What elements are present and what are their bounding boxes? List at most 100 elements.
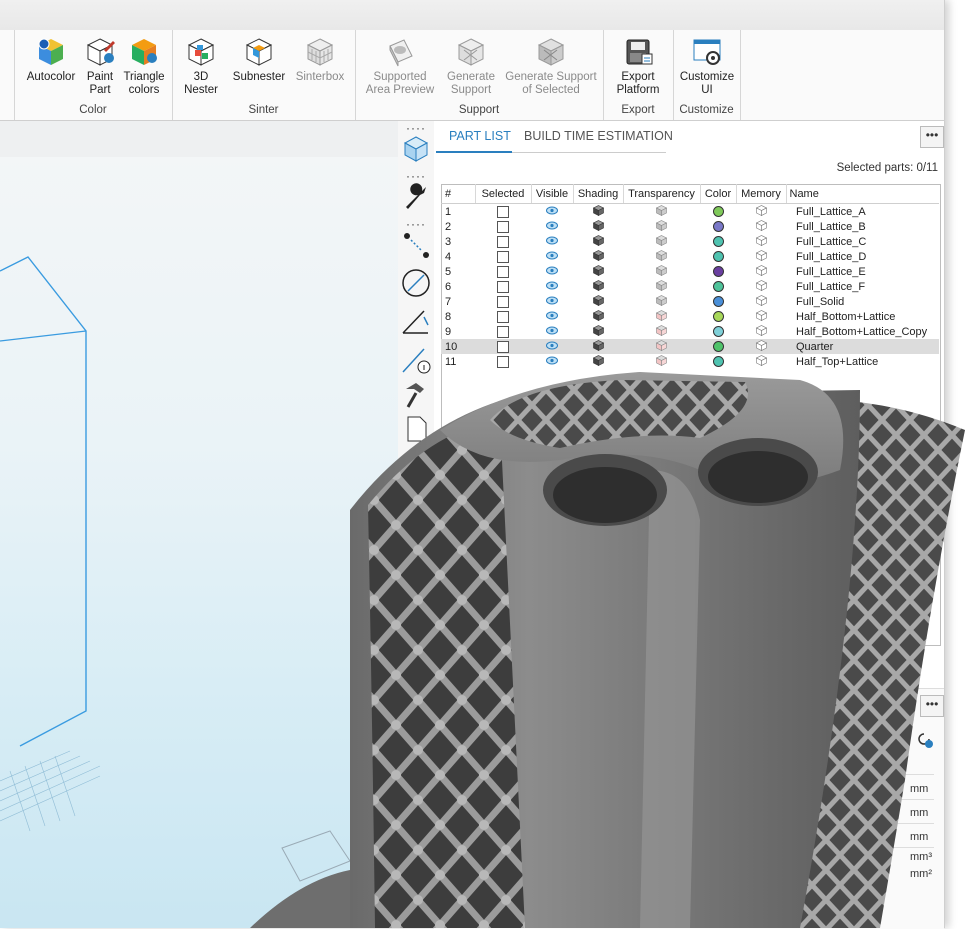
autocolor-button[interactable]: Autocolor [22, 36, 80, 84]
row-select-checkbox[interactable] [497, 280, 509, 293]
triangle-colors-button[interactable]: Triangle colors [120, 36, 168, 97]
row-select-checkbox[interactable] [497, 325, 509, 338]
column-header-color[interactable]: Color [700, 184, 737, 204]
measure-info-icon[interactable] [400, 343, 432, 375]
shaded-cube-icon[interactable] [592, 324, 604, 336]
memory-cube-icon[interactable] [755, 294, 767, 306]
transparency-cube-icon[interactable] [655, 204, 668, 216]
transparency-cube-icon[interactable] [655, 339, 668, 351]
eye-icon[interactable] [546, 236, 558, 245]
column-header-memory[interactable]: Memory [736, 184, 787, 204]
measure-diameter-icon[interactable] [400, 267, 432, 299]
part-list-cube-icon[interactable] [400, 133, 432, 165]
column-header-number[interactable]: # [441, 184, 476, 204]
table-row[interactable]: 9 Half_Bottom+Lattice_Copy [441, 324, 939, 339]
shaded-cube-icon[interactable] [592, 219, 604, 231]
shaded-cube-icon[interactable] [592, 279, 604, 291]
column-header-name[interactable]: Name [786, 184, 939, 204]
eye-icon[interactable] [546, 296, 558, 305]
part-color-swatch[interactable] [712, 281, 724, 293]
row-select-checkbox[interactable] [497, 220, 509, 233]
hammer-icon[interactable] [400, 379, 432, 411]
transparency-cube-icon[interactable] [655, 324, 668, 336]
memory-cube-icon[interactable] [755, 279, 767, 291]
memory-cube-icon[interactable] [755, 219, 767, 231]
paint-part-button[interactable]: Paint Part [80, 36, 120, 97]
export-platform-button[interactable]: Export Platform [609, 36, 667, 97]
part-color-swatch[interactable] [712, 326, 724, 338]
part-color-swatch[interactable] [712, 341, 724, 353]
column-header-visible[interactable]: Visible [531, 184, 574, 204]
transparency-cube-icon[interactable] [655, 354, 668, 366]
table-row[interactable]: 8 Half_Bottom+Lattice [441, 309, 939, 324]
tab-build-time-estimation[interactable]: BUILD TIME ESTIMATION [524, 129, 673, 143]
table-row[interactable]: 1 Full_Lattice_A [441, 204, 939, 220]
row-select-checkbox[interactable] [497, 295, 509, 308]
table-row[interactable]: 2 Full_Lattice_B [441, 219, 939, 234]
eye-icon[interactable] [546, 281, 558, 290]
row-select-checkbox[interactable] [497, 265, 509, 278]
memory-cube-icon[interactable] [755, 309, 767, 321]
generate-support-button[interactable]: Generate Support [443, 36, 499, 97]
part-color-swatch[interactable] [712, 251, 724, 263]
eye-icon[interactable] [546, 251, 558, 260]
generate-support-of-selected-button[interactable]: Generate Support of Selected [503, 36, 599, 97]
memory-cube-icon[interactable] [755, 204, 767, 216]
shaded-cube-icon[interactable] [592, 249, 604, 261]
part-color-swatch[interactable] [712, 236, 724, 248]
eye-icon[interactable] [546, 311, 558, 320]
sinterbox-button[interactable]: Sinterbox [292, 36, 348, 84]
table-row[interactable]: 11 Half_Top+Lattice [441, 354, 939, 369]
measure-points-icon[interactable] [400, 229, 432, 261]
customize-ui-button[interactable]: Customize UI [677, 36, 737, 97]
shaded-cube-icon[interactable] [592, 309, 604, 321]
memory-cube-icon[interactable] [755, 324, 767, 336]
3d-nester-button[interactable]: 3D Nester [178, 36, 224, 97]
column-header-transparency[interactable]: Transparency [623, 184, 701, 204]
shaded-cube-icon[interactable] [592, 204, 604, 216]
shaded-cube-icon[interactable] [592, 354, 604, 366]
table-row[interactable]: 7 Full_Solid [441, 294, 939, 309]
eye-icon[interactable] [546, 221, 558, 230]
document-icon[interactable] [400, 413, 432, 445]
transparency-cube-icon[interactable] [655, 219, 668, 231]
row-select-checkbox[interactable] [497, 310, 509, 323]
table-row[interactable]: 3 Full_Lattice_C [441, 234, 939, 249]
part-color-swatch[interactable] [712, 221, 724, 233]
shaded-cube-icon[interactable] [592, 294, 604, 306]
column-header-shading[interactable]: Shading [573, 184, 624, 204]
transparency-cube-icon[interactable] [655, 279, 668, 291]
transparency-cube-icon[interactable] [655, 249, 668, 261]
measure-angle-icon[interactable] [400, 305, 432, 337]
rotate-add-icon[interactable] [916, 731, 934, 749]
part-color-swatch[interactable] [712, 356, 724, 368]
row-select-checkbox[interactable] [497, 340, 509, 353]
memory-cube-icon[interactable] [755, 354, 767, 366]
memory-cube-icon[interactable] [755, 339, 767, 351]
shaded-cube-icon[interactable] [592, 234, 604, 246]
transparency-cube-icon[interactable] [655, 309, 668, 321]
subnester-button[interactable]: Subnester [230, 36, 288, 84]
part-color-swatch[interactable] [712, 311, 724, 323]
eye-icon[interactable] [546, 266, 558, 275]
row-select-checkbox[interactable] [497, 250, 509, 263]
eye-icon[interactable] [546, 356, 558, 365]
supported-area-preview-button[interactable]: Supported Area Preview [361, 36, 439, 97]
column-header-selected[interactable]: Selected [475, 184, 532, 204]
memory-cube-icon[interactable] [755, 234, 767, 246]
rotate-icon[interactable] [886, 731, 902, 747]
transparency-cube-icon[interactable] [655, 234, 668, 246]
part-color-swatch[interactable] [712, 296, 724, 308]
part-color-swatch[interactable] [712, 266, 724, 278]
wrench-icon[interactable] [400, 181, 432, 213]
transparency-cube-icon[interactable] [655, 264, 668, 276]
eye-icon[interactable] [546, 206, 558, 215]
memory-cube-icon[interactable] [755, 264, 767, 276]
more-options-button[interactable]: ••• [920, 126, 944, 148]
eye-icon[interactable] [546, 326, 558, 335]
shaded-cube-icon[interactable] [592, 339, 604, 351]
transparency-cube-icon[interactable] [655, 294, 668, 306]
eye-icon[interactable] [546, 341, 558, 350]
table-row[interactable]: 4 Full_Lattice_D [441, 249, 939, 264]
row-select-checkbox[interactable] [497, 205, 509, 218]
